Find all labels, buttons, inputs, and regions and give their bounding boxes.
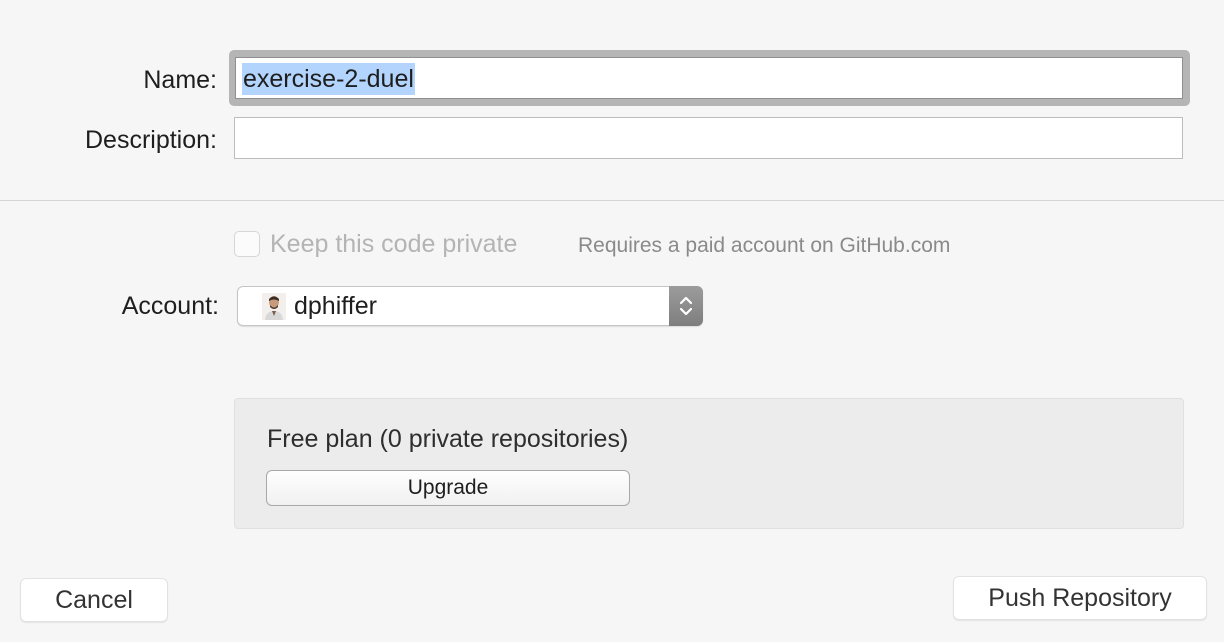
- plan-description: Free plan (0 private repositories): [267, 425, 629, 453]
- description-input[interactable]: [234, 117, 1183, 159]
- upgrade-button[interactable]: Upgrade: [266, 470, 630, 506]
- keep-private-label[interactable]: Keep this code private: [270, 230, 517, 259]
- description-label: Description:: [85, 126, 217, 154]
- popup-stepper-icon: [669, 286, 703, 326]
- keep-private-checkbox[interactable]: [234, 231, 260, 257]
- push-repository-button[interactable]: Push Repository: [953, 576, 1207, 620]
- account-label: Account:: [121, 292, 219, 320]
- name-input-value: exercise-2-duel: [242, 63, 415, 95]
- account-name: dphiffer: [294, 292, 377, 320]
- plan-panel: Free plan (0 private repositories) Upgra…: [234, 398, 1184, 529]
- avatar: [262, 293, 286, 320]
- push-repository-dialog: Name: exercise-2-duel Description: Keep …: [0, 0, 1224, 642]
- paid-account-note: Requires a paid account on GitHub.com: [578, 234, 951, 257]
- cancel-button[interactable]: Cancel: [20, 578, 168, 622]
- name-label: Name:: [143, 66, 217, 94]
- account-select[interactable]: dphiffer: [237, 286, 703, 326]
- separator: [0, 200, 1224, 201]
